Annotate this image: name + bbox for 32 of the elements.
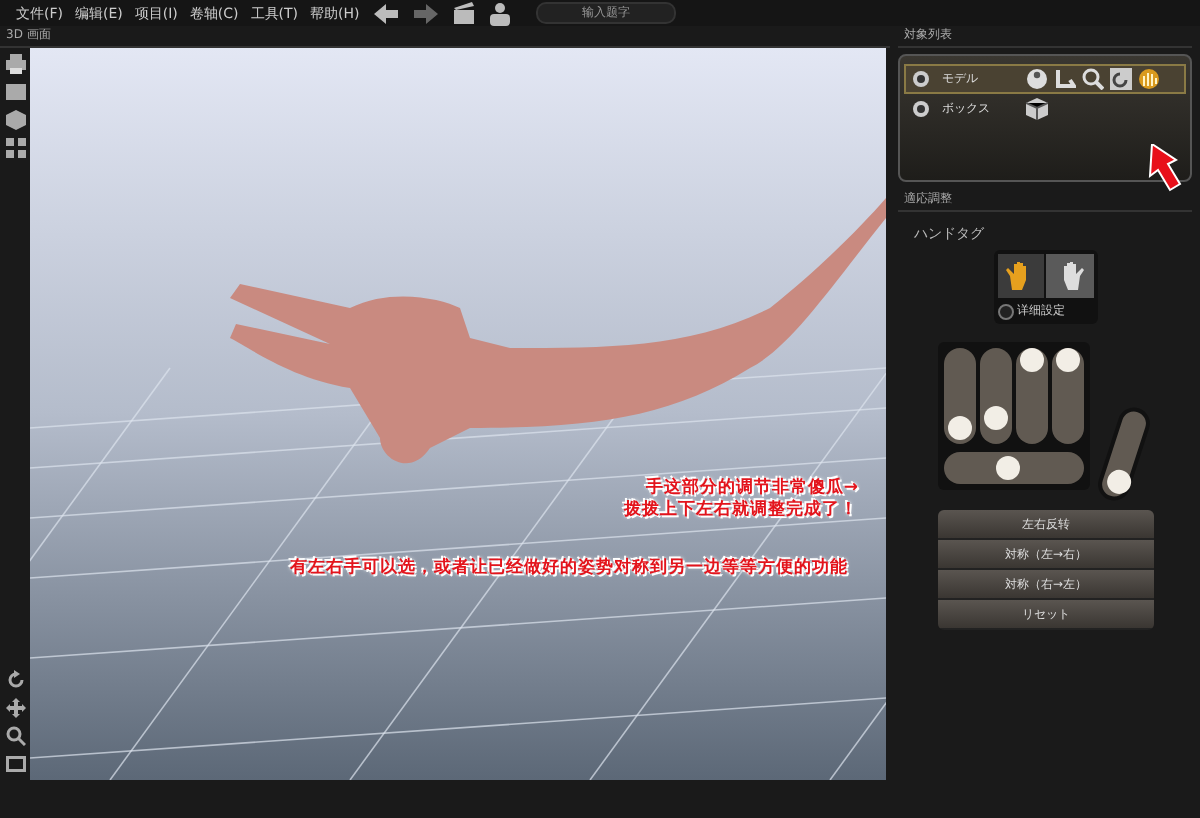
finger-slider[interactable]: [980, 348, 1012, 444]
panel-icon[interactable]: [5, 82, 25, 102]
hand-toggle[interactable]: [1046, 254, 1093, 298]
finger-slider[interactable]: [1016, 348, 1048, 444]
forward-arrow-icon[interactable]: [411, 1, 440, 25]
annotation-text: 有左右手可以选，或者让已经做好的姿势对称到另一边等等方便的功能: [290, 558, 848, 580]
zoom-icon[interactable]: [1082, 68, 1104, 90]
rotate-icon[interactable]: [5, 670, 25, 690]
grid-icon[interactable]: [5, 138, 25, 158]
move-icon[interactable]: [5, 698, 25, 718]
search-icon[interactable]: [5, 726, 25, 746]
cube-icon[interactable]: [5, 110, 25, 130]
pose-icon[interactable]: [1054, 68, 1076, 90]
slider-thumb[interactable]: [996, 456, 1021, 480]
slider-thumb[interactable]: [984, 405, 1008, 430]
checkbox[interactable]: [997, 303, 1013, 319]
box-icon[interactable]: [1026, 98, 1048, 120]
finger-slider[interactable]: [1052, 348, 1084, 444]
back-arrow-icon[interactable]: [371, 1, 400, 25]
figure-icon[interactable]: [1026, 68, 1048, 90]
printer-icon[interactable]: [5, 54, 25, 74]
slider-thumb[interactable]: [1056, 348, 1080, 372]
annotation-text: 手这部分的调节非常傻瓜→ 拨拨上下左右就调整完成了！: [621, 478, 860, 522]
frame-icon[interactable]: [5, 754, 25, 774]
rotate-icon[interactable]: [1110, 68, 1132, 90]
hand-toggle[interactable]: [997, 254, 1044, 298]
slider-thumb[interactable]: [948, 416, 972, 441]
finger-slider[interactable]: [944, 348, 976, 444]
slider-thumb[interactable]: [1103, 467, 1134, 498]
slider-thumb[interactable]: [1020, 348, 1044, 372]
clapperboard-icon[interactable]: [451, 1, 476, 25]
spread-slider[interactable]: [944, 452, 1084, 484]
